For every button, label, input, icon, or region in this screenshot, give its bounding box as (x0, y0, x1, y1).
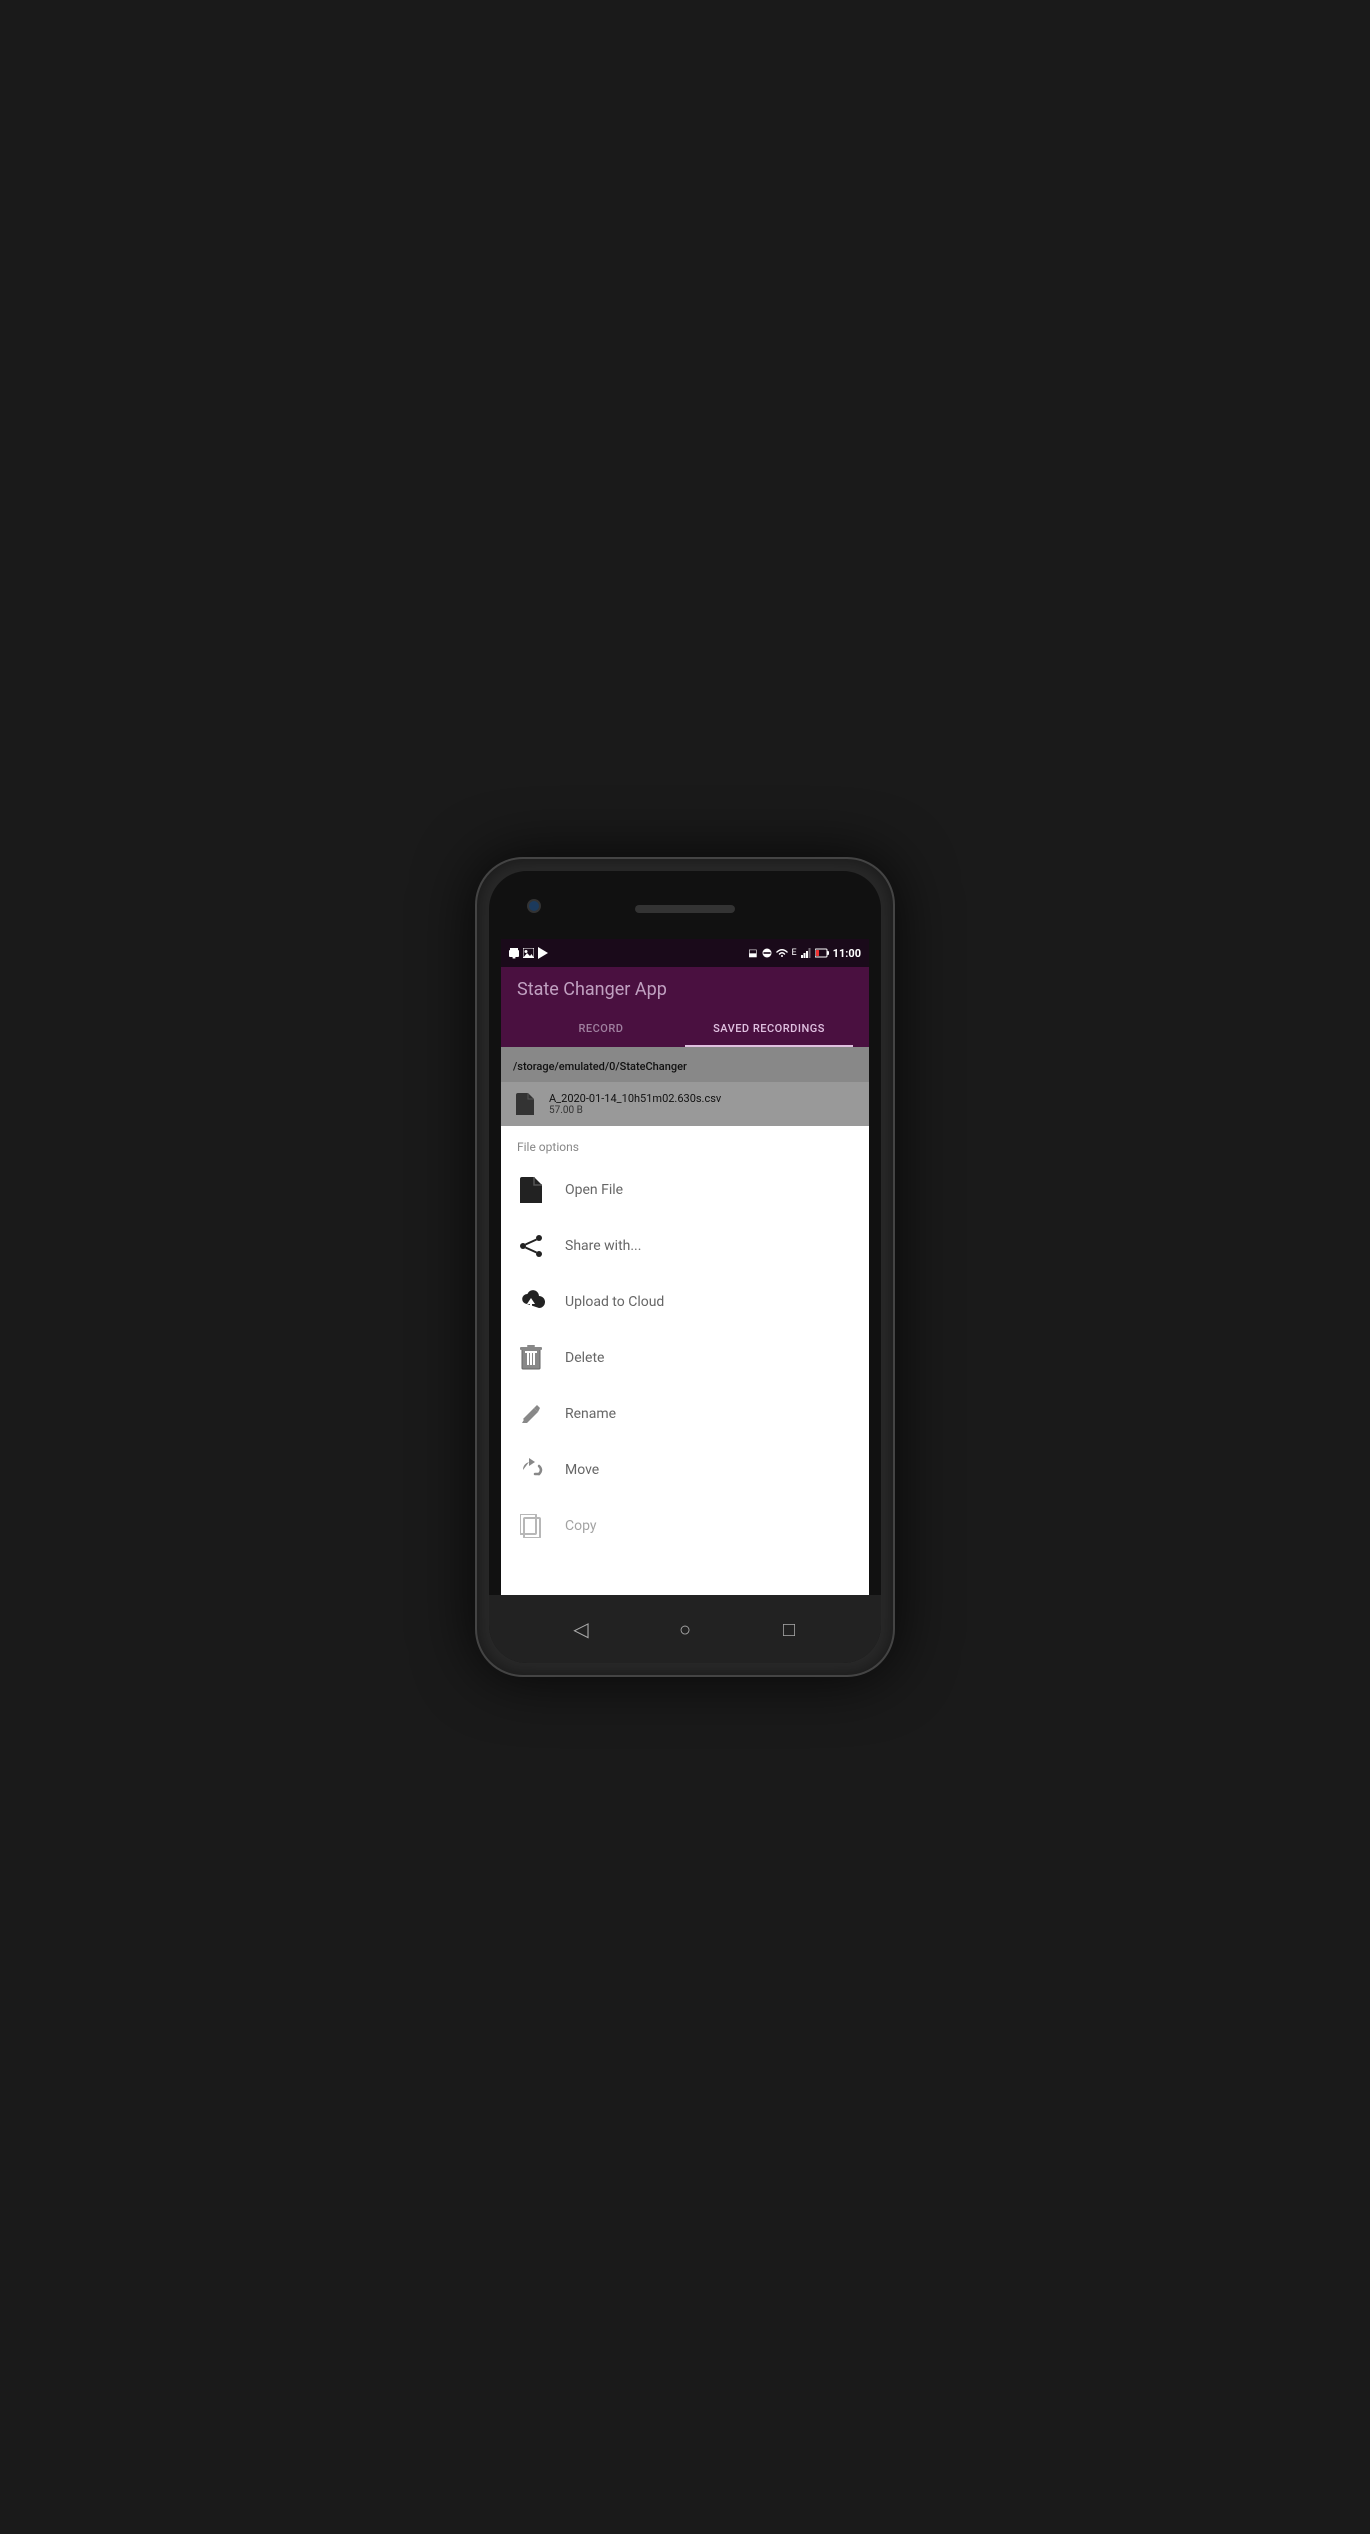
screen: ⬓ (501, 939, 869, 1595)
notification-icon (509, 947, 519, 959)
share-icon (517, 1232, 545, 1260)
bluetooth-icon: ⬓ (748, 948, 757, 959)
menu-label-rename: Rename (565, 1406, 616, 1422)
home-button[interactable]: ○ (665, 1609, 705, 1649)
battery-icon (815, 948, 829, 958)
menu-label-move: Move (565, 1462, 599, 1478)
phone-inner: ⬓ (489, 871, 881, 1663)
front-camera (527, 899, 541, 913)
back-button[interactable]: ◁ (561, 1609, 601, 1649)
menu-item-upload[interactable]: Upload to Cloud (501, 1274, 869, 1330)
bottom-navigation: ◁ ○ □ (489, 1595, 881, 1663)
phone-speaker (635, 905, 735, 913)
network-e-icon: E (792, 948, 797, 958)
menu-item-copy[interactable]: Copy (501, 1498, 869, 1554)
tabs-container: RECORD SAVED RECORDINGS (517, 1012, 853, 1047)
move-icon (517, 1456, 545, 1484)
file-path-text: /storage/emulated/0/StateChanger (513, 1060, 687, 1073)
pencil-icon (517, 1400, 545, 1428)
menu-label-delete: Delete (565, 1350, 604, 1366)
file-size: 57.00 B (549, 1105, 857, 1116)
tab-saved-recordings[interactable]: SAVED RECORDINGS (685, 1012, 853, 1047)
delete-icon (517, 1344, 545, 1372)
menu-item-open[interactable]: Open File (501, 1162, 869, 1218)
menu-item-share[interactable]: Share with... (501, 1218, 869, 1274)
status-time: 11:00 (833, 947, 861, 960)
file-type-icon (513, 1092, 537, 1116)
menu-label-copy: Copy (565, 1518, 597, 1534)
file-icon (517, 1176, 545, 1204)
file-item[interactable]: A_2020-01-14_10h51m02.630s.csv 57.00 B (501, 1082, 869, 1126)
menu-item-move[interactable]: Move (501, 1442, 869, 1498)
cloud-upload-icon (517, 1288, 545, 1316)
phone-frame: ⬓ (475, 857, 895, 1677)
bottom-sheet: File options Open File (501, 1126, 869, 1595)
sheet-title: File options (501, 1126, 869, 1162)
image-status-icon (523, 948, 534, 958)
status-left-icons (509, 947, 548, 959)
menu-label-share: Share with... (565, 1238, 641, 1254)
file-name: A_2020-01-14_10h51m02.630s.csv (549, 1092, 857, 1105)
menu-label-upload: Upload to Cloud (565, 1294, 664, 1310)
tab-record[interactable]: RECORD (517, 1012, 685, 1047)
status-bar: ⬓ (501, 939, 869, 967)
file-info: A_2020-01-14_10h51m02.630s.csv 57.00 B (549, 1092, 857, 1116)
recents-button[interactable]: □ (769, 1609, 809, 1649)
app-header: State Changer App RECORD SAVED RECORDING… (501, 967, 869, 1047)
menu-item-delete[interactable]: Delete (501, 1330, 869, 1386)
play-store-icon (538, 947, 548, 959)
copy-icon (517, 1512, 545, 1540)
menu-label-open: Open File (565, 1182, 623, 1198)
app-title: State Changer App (517, 979, 853, 1000)
signal-icon (801, 948, 811, 958)
no-entry-icon (762, 948, 772, 958)
menu-item-rename[interactable]: Rename (501, 1386, 869, 1442)
status-right-icons: ⬓ (748, 947, 861, 960)
wifi-icon (776, 948, 788, 958)
file-path-bar: /storage/emulated/0/StateChanger (501, 1047, 869, 1082)
